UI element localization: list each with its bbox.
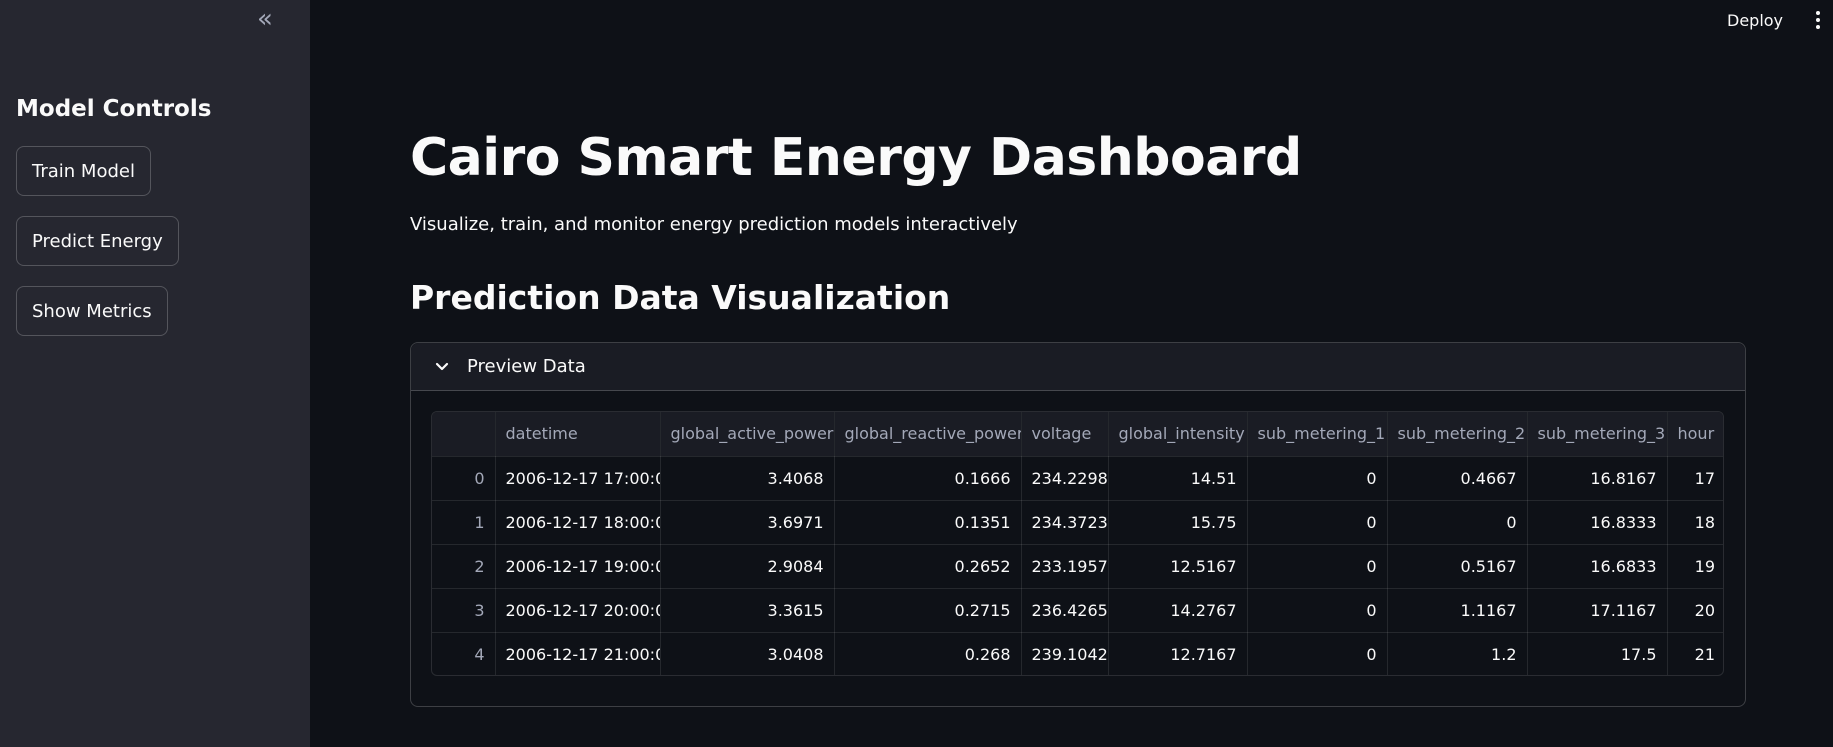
expander-label: Preview Data (467, 356, 586, 377)
collapse-sidebar-icon[interactable]: « (250, 6, 280, 32)
sidebar-title: Model Controls (16, 96, 212, 122)
table-cell[interactable]: 3.0408 (660, 632, 835, 675)
column-header[interactable]: sub_metering_2 (1387, 412, 1528, 457)
column-header[interactable]: sub_metering_1 (1247, 412, 1388, 457)
table-cell[interactable]: 0 (1247, 500, 1388, 545)
table-cell[interactable]: 0.4667 (1387, 456, 1528, 501)
column-header[interactable] (432, 412, 496, 457)
predict-energy-button[interactable]: Predict Energy (16, 216, 179, 266)
table-cell[interactable]: 16.8333 (1527, 500, 1668, 545)
row-index: 0 (432, 456, 496, 501)
table-row: 4 2006-12-17 21:00:00 3.0408 0.268 239.1… (432, 632, 1723, 675)
table-cell[interactable]: 20 (1667, 588, 1723, 633)
table-cell[interactable]: 16.6833 (1527, 544, 1668, 589)
table-cell[interactable]: 14.2767 (1108, 588, 1248, 633)
table-row: 3 2006-12-17 20:00:00 3.3615 0.2715 236.… (432, 588, 1723, 633)
table-cell[interactable]: 0.1351 (834, 500, 1022, 545)
row-index: 1 (432, 500, 496, 545)
table-row: 0 2006-12-17 17:00:00 3.4068 0.1666 234.… (432, 456, 1723, 501)
table-cell[interactable]: 2006-12-17 21:00:00 (495, 632, 661, 675)
table-row: 1 2006-12-17 18:00:00 3.6971 0.1351 234.… (432, 500, 1723, 545)
app-root: « Model Controls Train Model Predict Ene… (0, 0, 1833, 747)
table-cell[interactable]: 2006-12-17 17:00:00 (495, 456, 661, 501)
table-cell[interactable]: 0.1666 (834, 456, 1022, 501)
table-cell[interactable]: 0.2652 (834, 544, 1022, 589)
page-title: Cairo Smart Energy Dashboard (410, 128, 1302, 188)
table-cell[interactable]: 12.7167 (1108, 632, 1248, 675)
page-caption: Visualize, train, and monitor energy pre… (410, 214, 1018, 235)
table-cell[interactable]: 14.51 (1108, 456, 1248, 501)
column-header[interactable]: hour (1667, 412, 1723, 457)
column-header[interactable]: global_intensity (1108, 412, 1248, 457)
table-cell[interactable]: 2006-12-17 19:00:00 (495, 544, 661, 589)
row-index: 2 (432, 544, 496, 589)
menu-dot (1816, 25, 1820, 29)
table-cell[interactable]: 0.268 (834, 632, 1022, 675)
table-cell[interactable]: 2006-12-17 18:00:00 (495, 500, 661, 545)
table-cell[interactable]: 18 (1667, 500, 1723, 545)
section-title: Prediction Data Visualization (410, 278, 951, 317)
table-cell[interactable]: 0.2715 (834, 588, 1022, 633)
menu-dot (1816, 11, 1820, 15)
table-cell[interactable]: 3.4068 (660, 456, 835, 501)
table-cell[interactable]: 236.4265 (1021, 588, 1109, 633)
column-header[interactable]: datetime (495, 412, 661, 457)
table-cell[interactable]: 0.5167 (1387, 544, 1528, 589)
table-cell[interactable]: 3.3615 (660, 588, 835, 633)
row-index: 4 (432, 632, 496, 675)
deploy-button[interactable]: Deploy (1727, 8, 1783, 32)
table-row: 2 2006-12-17 19:00:00 2.9084 0.2652 233.… (432, 544, 1723, 589)
table-cell[interactable]: 19 (1667, 544, 1723, 589)
column-header[interactable]: global_active_power (660, 412, 835, 457)
table-cell[interactable]: 2.9084 (660, 544, 835, 589)
table-cell[interactable]: 16.8167 (1527, 456, 1668, 501)
table-cell[interactable]: 0 (1247, 632, 1388, 675)
table-cell[interactable]: 0 (1247, 544, 1388, 589)
table-cell[interactable]: 239.1042 (1021, 632, 1109, 675)
table-cell[interactable]: 17.1167 (1527, 588, 1668, 633)
column-header[interactable]: sub_metering_3 (1527, 412, 1668, 457)
column-header[interactable]: voltage (1021, 412, 1109, 457)
table-cell[interactable]: 234.2298 (1021, 456, 1109, 501)
table-cell[interactable]: 1.1167 (1387, 588, 1528, 633)
table-cell[interactable]: 233.1957 (1021, 544, 1109, 589)
chevron-down-icon (431, 356, 453, 378)
train-model-button[interactable]: Train Model (16, 146, 151, 196)
table-cell[interactable]: 12.5167 (1108, 544, 1248, 589)
table-cell[interactable]: 234.3723 (1021, 500, 1109, 545)
preview-data-expander: Preview Data datetime global_active_powe… (410, 342, 1746, 707)
table-cell[interactable]: 17.5 (1527, 632, 1668, 675)
show-metrics-button[interactable]: Show Metrics (16, 286, 168, 336)
table-header-row: datetime global_active_power global_reac… (432, 412, 1723, 457)
sidebar: « Model Controls Train Model Predict Ene… (0, 0, 310, 747)
table-cell[interactable]: 0 (1247, 456, 1388, 501)
table-cell[interactable]: 0 (1247, 588, 1388, 633)
table-cell[interactable]: 3.6971 (660, 500, 835, 545)
table-cell[interactable]: 0 (1387, 500, 1528, 545)
expander-header[interactable]: Preview Data (411, 343, 1745, 391)
column-header[interactable]: global_reactive_power (834, 412, 1022, 457)
data-table[interactable]: datetime global_active_power global_reac… (431, 411, 1724, 676)
table-cell[interactable]: 2006-12-17 20:00:00 (495, 588, 661, 633)
menu-dot (1816, 18, 1820, 22)
table-cell[interactable]: 21 (1667, 632, 1723, 675)
table-cell[interactable]: 1.2 (1387, 632, 1528, 675)
table-cell[interactable]: 17 (1667, 456, 1723, 501)
row-index: 3 (432, 588, 496, 633)
main-menu-icon[interactable] (1806, 6, 1830, 34)
table-cell[interactable]: 15.75 (1108, 500, 1248, 545)
